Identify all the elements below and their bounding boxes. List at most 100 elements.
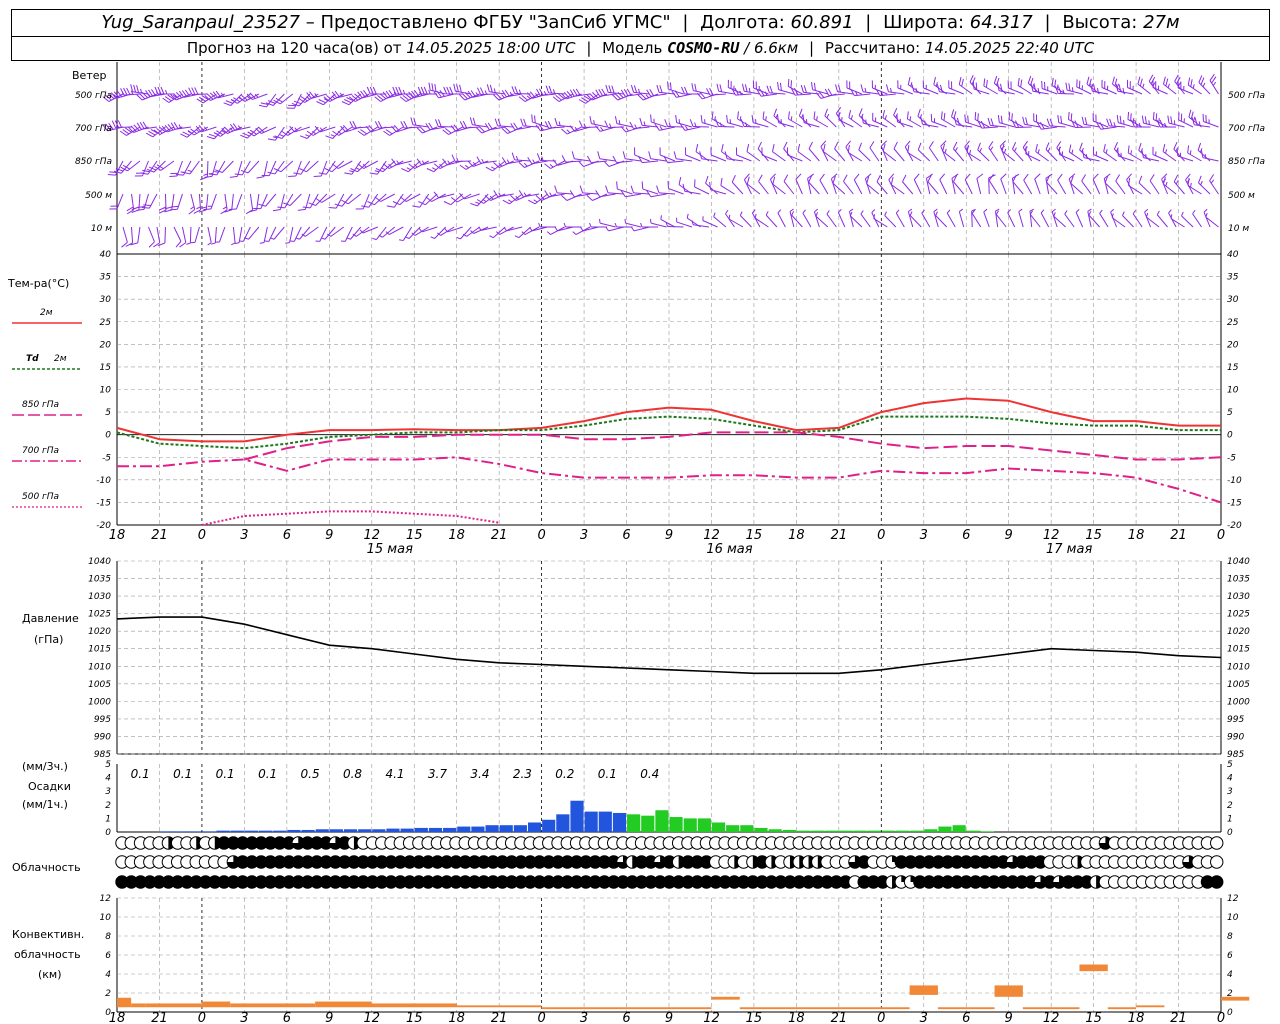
temp-ytick-right: 35 [1227,273,1239,283]
x-hour-label-bottom: 15 [746,1011,763,1024]
wind-barb [456,226,472,240]
wind-barb [739,211,752,228]
precip-bar [414,827,428,832]
wind-barb [190,226,200,244]
temp-ytick: 10 [100,386,112,396]
wind-barb [629,121,650,130]
wind-barb [554,117,574,128]
pressure-ytick: 985 [94,750,111,760]
precip-unit-3h: (мм/3ч.) [22,760,68,773]
wind-barb [1025,146,1041,162]
wind-barb [907,77,922,95]
wind-barb [386,193,404,208]
x-hour-label: 12 [703,528,720,543]
temp-ytick: 30 [100,295,112,305]
precip-accum-label: 0.1 [216,767,235,781]
precip-bar [952,825,966,832]
wind-barb [111,120,132,129]
precip-bar [726,825,740,832]
conv-bar [371,1003,457,1008]
wind-level-700hpa-right: 700 гПа [1228,124,1265,134]
wind-barb [302,193,319,209]
precip-bar [301,829,315,832]
pressure-ytick-right: 1040 [1227,557,1250,567]
wind-barb [1054,86,1075,95]
wind-barb [385,226,404,235]
wind-barb [141,193,158,209]
wind-barb [514,226,531,239]
wind-barb [476,126,497,134]
wind-barb [383,126,404,136]
x-hour-label: 9 [665,528,673,543]
pressure-ytick: 990 [94,732,111,742]
wind-barb [344,160,362,175]
wind-barb [416,126,438,134]
wind-barb [154,86,174,95]
wind-barb [673,151,693,162]
wind-barb [640,222,659,228]
wind-barb [350,160,370,173]
wind-barb [731,87,752,96]
temp-ytick: 40 [100,250,112,260]
wind-barb [783,174,795,195]
wind-barb [654,123,676,131]
wind-barb [939,173,948,195]
wind-barb [536,88,557,97]
x-hour-label-bottom: 18 [448,1011,465,1024]
legend-850-label: 850 гПа [22,400,59,410]
precip-ytick-right: 0 [1227,828,1233,838]
wind-barb [1200,150,1219,162]
x-hour-label: 21 [491,528,508,543]
wind-barb [850,88,871,97]
wind-barb [346,226,362,240]
wind-barb [951,173,959,195]
wind-barb [401,160,421,173]
wind-barb [378,226,396,238]
precip-accum-label: 0.5 [301,767,320,781]
wind-barb [1152,146,1168,162]
temp-ytick-right: 25 [1227,318,1239,328]
precip-bar [980,831,995,832]
wind-barb [314,125,336,133]
x-day-label: 16 мая [706,542,752,557]
x-hour-label: 15 [406,528,423,543]
wind-barb [930,113,947,128]
precip-bar [400,828,414,832]
x-hour-label: 15 [1085,528,1102,543]
precip-ytick-right: 2 [1227,801,1233,811]
pressure-ytick-right: 995 [1227,715,1244,725]
x-hour-label-bottom: 6 [962,1011,970,1024]
wind-barb [872,112,888,128]
wind-barb [773,108,786,128]
wind-barb [1113,141,1126,162]
wind-barb [182,160,200,175]
cloud-cover-symbol [1210,836,1224,850]
wind-barb [853,173,863,195]
wind-level-500hpa: 500 гПа [75,91,112,101]
series-t500 [201,510,500,526]
wind-barb [545,85,565,95]
wind-barb [614,222,633,228]
conv-bar [131,1003,146,1008]
wind-barb [974,111,990,128]
x-hour-label-bottom: 21 [491,1011,508,1024]
wind-barb [751,209,761,228]
wind-barb [493,93,514,101]
pressure-ytick-right: 1000 [1227,697,1250,707]
pressure-ytick-right: 1010 [1227,662,1250,672]
precip-ytick: 2 [105,801,111,811]
x-hour-label: 6 [283,528,291,543]
wind-barb [175,160,192,176]
precip-bar [627,814,641,832]
wind-barb [204,160,217,178]
wind-barb [442,126,463,135]
wind-barb [179,226,187,248]
conv-bar [1079,964,1108,972]
wind-barb [997,83,1015,95]
pressure-ytick: 1020 [88,627,111,637]
wind-barb [1110,208,1118,228]
wind-barb [838,112,854,128]
wind-barb [1203,208,1211,228]
wind-barb [476,87,497,96]
wind-barb [527,91,548,99]
